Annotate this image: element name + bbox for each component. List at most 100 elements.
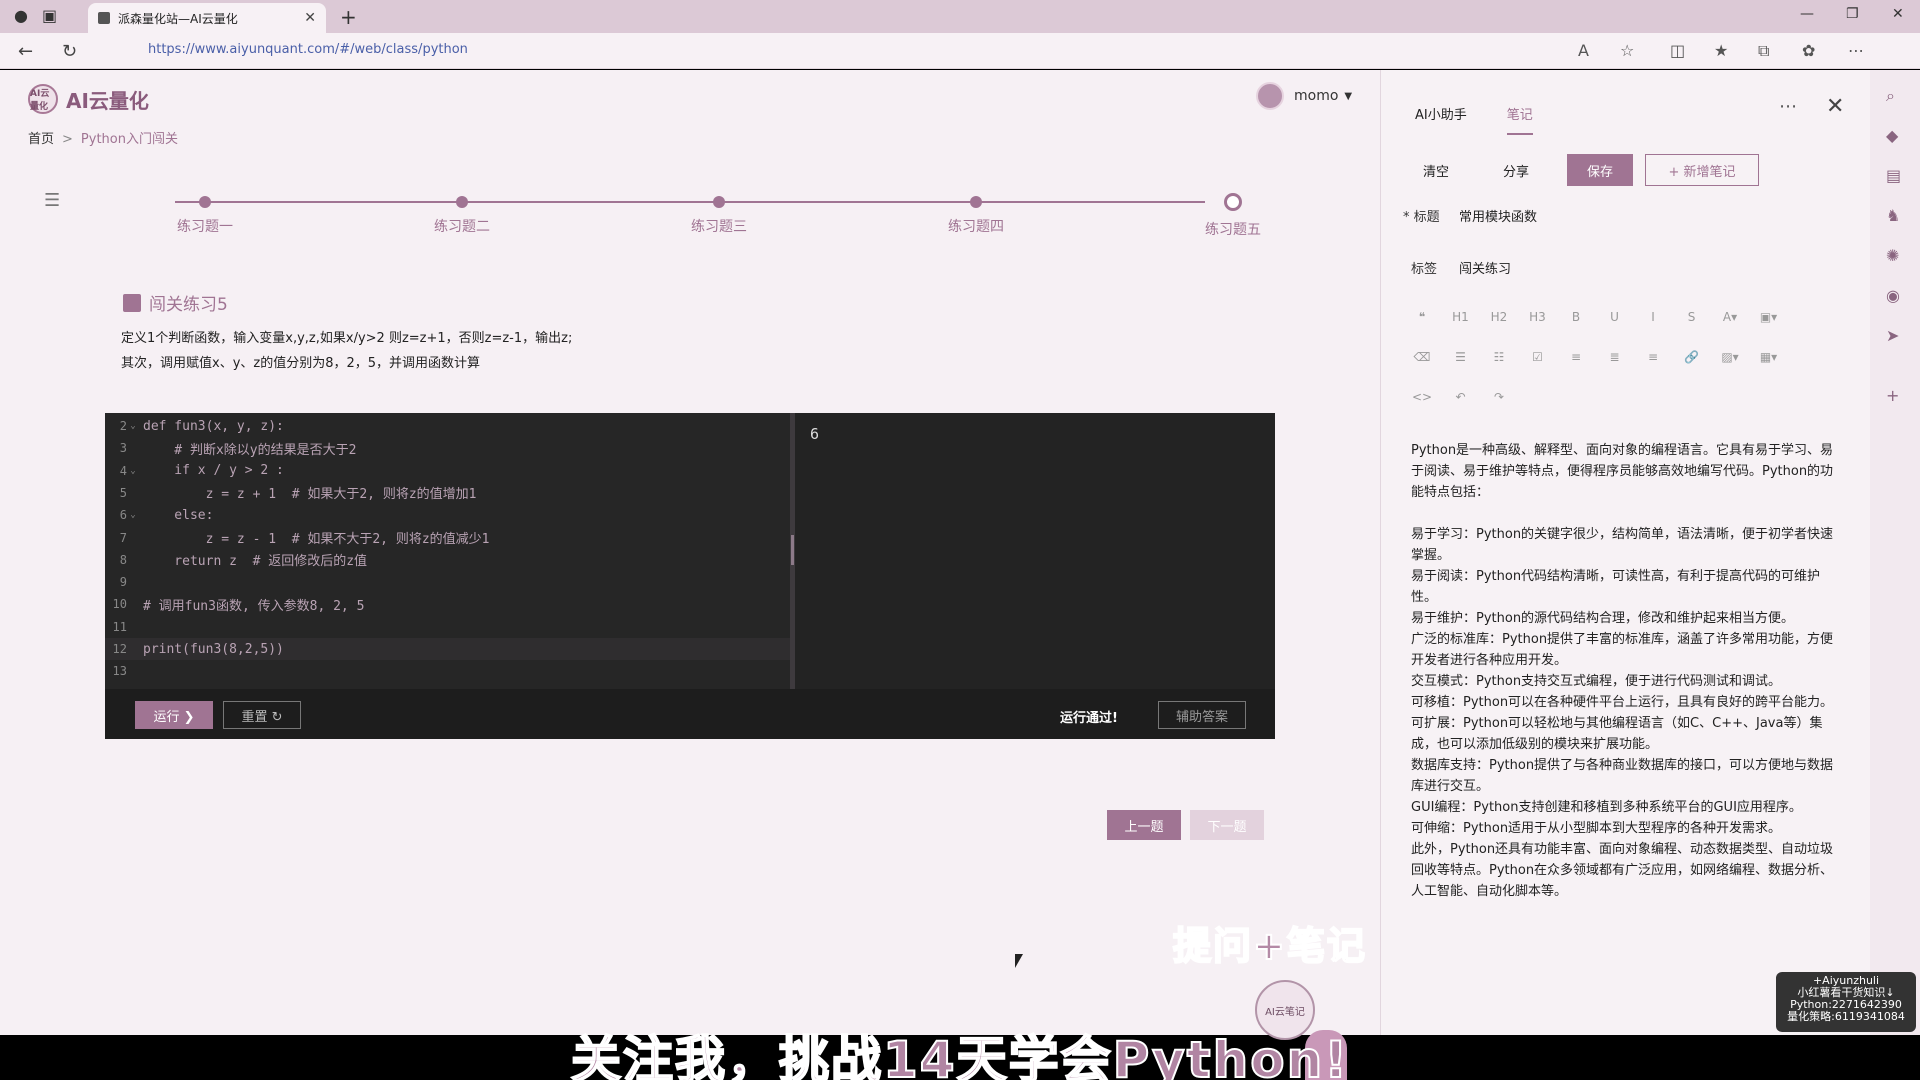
code-line[interactable]: 10 # 调用fun3函数, 传入参数8, 2, 5 [105, 593, 790, 615]
close-window-icon[interactable]: ✕ [1892, 6, 1904, 22]
send-icon[interactable]: ➤ [1886, 326, 1899, 345]
add-icon[interactable]: + [1886, 386, 1899, 405]
format-tool-icon[interactable]: H3 [1527, 310, 1549, 324]
browser-tabbar: ● ▣ 派森量化站—AI云量化 ✕ + — ❐ ✕ [0, 0, 1920, 33]
save-button[interactable]: 保存 [1567, 154, 1633, 186]
favorite-icon[interactable]: ☆ [1620, 41, 1634, 60]
format-tool-icon[interactable]: ≣ [1604, 350, 1626, 364]
step-5[interactable]: 练习题五 [1173, 190, 1293, 239]
line-number: 4 [119, 463, 127, 478]
divider-grip[interactable] [791, 535, 794, 565]
split-screen-icon[interactable]: ◫ [1670, 41, 1685, 60]
fold-icon[interactable]: ⌄ [127, 421, 139, 431]
new-note-button[interactable]: + 新增笔记 [1645, 154, 1759, 186]
reset-button[interactable]: 重置 ↻ [223, 701, 301, 729]
code-line[interactable]: 2 ⌄ def fun3(x, y, z): [105, 415, 790, 437]
run-button[interactable]: 运行 ❯ [135, 701, 213, 729]
format-tool-icon[interactable]: ▣▾ [1758, 310, 1780, 324]
format-tool-icon[interactable]: ≡ [1642, 350, 1664, 364]
extensions-icon[interactable]: ✿ [1802, 41, 1815, 60]
code-line[interactable]: 11 [105, 616, 790, 638]
step-4[interactable]: 练习题四 [916, 190, 1036, 236]
step-2[interactable]: 练习题二 [402, 190, 522, 236]
promo-text: 提问+笔记 [1172, 923, 1367, 969]
question-description: 定义1个判断函数，输入变量x,y,z,如果x/y>2 则z=z+1，否则z=z-… [121, 326, 572, 376]
share-button[interactable]: 分享 [1491, 154, 1541, 186]
code-line[interactable]: 8 return z # 返回修改后的z值 [105, 549, 790, 571]
fold-icon[interactable]: ⌄ [127, 510, 139, 520]
pane-divider[interactable] [790, 413, 795, 689]
url-field[interactable]: https://www.aiyunquant.com/#/web/class/p… [148, 42, 468, 57]
format-tool-icon[interactable]: ↷ [1488, 390, 1510, 404]
tag-input[interactable]: 闯关练习 [1459, 262, 1511, 277]
code-line[interactable]: 3 # 判断x除以y的结果是否大于2 [105, 437, 790, 459]
format-tool-icon[interactable]: H2 [1488, 310, 1510, 324]
code-line[interactable]: 12 print(fun3(8,2,5)) [105, 638, 790, 660]
line-number: 8 [119, 552, 127, 567]
menu-icon[interactable]: ☰ [44, 190, 60, 211]
format-tool-icon[interactable]: ▦▾ [1758, 350, 1780, 364]
format-tool-icon[interactable]: ↶ [1450, 390, 1472, 404]
new-tab-icon[interactable]: + [340, 5, 357, 29]
format-tool-icon[interactable]: <> [1411, 390, 1433, 404]
site-logo[interactable]: AI云量化 AI云量化 [28, 84, 149, 114]
collections-icon[interactable]: ⧉ [1758, 41, 1769, 61]
format-tool-icon[interactable]: U [1604, 310, 1626, 324]
code-line[interactable]: 4 ⌄ if x / y > 2 : [105, 460, 790, 482]
prev-question-button[interactable]: 上一题 [1107, 810, 1181, 840]
tag-icon[interactable]: ◆ [1886, 126, 1898, 145]
more-icon[interactable]: ⋯ [1848, 41, 1864, 60]
format-tool-icon[interactable]: ❝ [1411, 310, 1433, 324]
tab-notes[interactable]: 笔记 [1506, 104, 1533, 135]
tab-ai-assistant[interactable]: AI小助手 [1415, 104, 1467, 135]
line-number: 10 [112, 597, 127, 612]
format-tool-icon[interactable]: ☰ [1450, 350, 1472, 364]
close-tab-icon[interactable]: ✕ [304, 10, 316, 26]
step-1[interactable]: 练习题一 [145, 190, 265, 236]
search-icon[interactable]: ⌕ [1886, 86, 1895, 106]
code-line[interactable]: 7 z = z - 1 # 如果不大于2, 则将z的值减少1 [105, 527, 790, 549]
code-line[interactable]: 9 [105, 571, 790, 593]
settings-icon[interactable]: ✺ [1886, 246, 1899, 265]
format-tool-icon[interactable]: ≡ [1565, 350, 1587, 364]
note-paragraph: 可移植：Python可以在各种硬件平台上运行，且具有良好的跨平台能力。 [1411, 695, 1834, 710]
clear-button[interactable]: 清空 [1411, 154, 1461, 186]
format-tool-icon[interactable]: B [1565, 310, 1587, 324]
toolbox-icon[interactable]: ▤ [1886, 166, 1901, 185]
minimize-icon[interactable]: — [1800, 6, 1814, 22]
next-question-button[interactable]: 下一题 [1190, 810, 1264, 840]
close-panel-icon[interactable]: ✕ [1826, 94, 1844, 119]
format-tool-icon[interactable]: H1 [1450, 310, 1472, 324]
code-area[interactable]: 2 ⌄ def fun3(x, y, z): 3 # 判断x除以y的结果是否大于2 4 ⌄… [105, 413, 790, 689]
user-menu[interactable]: momo ▼ [1256, 82, 1352, 110]
format-tool-icon[interactable]: 🔗 [1681, 350, 1703, 364]
format-tool-icon[interactable]: ▨▾ [1719, 350, 1741, 364]
favorites-icon[interactable]: ★ [1714, 41, 1728, 60]
read-aloud-icon[interactable]: A [1578, 41, 1589, 60]
profile-icon[interactable]: ● [14, 6, 28, 25]
note-content[interactable]: Python是一种高级、解释型、面向对象的编程语言。它具有易于学习、易于阅读、易… [1411, 440, 1841, 902]
question-desc-line-2: 其次，调用赋值x、y、z的值分别为8，2，5，并调用函数计算 [121, 356, 481, 371]
step-3[interactable]: 练习题三 [659, 190, 779, 236]
more-options-icon[interactable]: ⋯ [1779, 96, 1797, 117]
browser-tab[interactable]: 派森量化站—AI云量化 ✕ [88, 3, 326, 33]
help-answer-button[interactable]: 辅助答案 [1158, 701, 1246, 729]
format-tool-icon[interactable]: ⌫ [1411, 350, 1433, 364]
format-tool-icon[interactable]: ☷ [1488, 350, 1510, 364]
format-tool-icon[interactable]: A▾ [1719, 310, 1741, 324]
restore-icon[interactable]: ❐ [1846, 6, 1859, 22]
format-tool-icon[interactable]: I [1642, 310, 1664, 324]
code-line[interactable]: 13 [105, 660, 790, 682]
games-icon[interactable]: ♞ [1886, 206, 1900, 225]
breadcrumb-home[interactable]: 首页 [28, 132, 54, 147]
code-line[interactable]: 5 z = z + 1 # 如果大于2, 则将z的值增加1 [105, 482, 790, 504]
format-tool-icon[interactable]: ☑ [1527, 350, 1549, 364]
fold-icon[interactable]: ⌄ [127, 466, 139, 476]
tab-actions-icon[interactable]: ▣ [42, 6, 57, 25]
back-icon[interactable]: ← [18, 41, 33, 62]
title-input[interactable]: 常用模块函数 [1459, 210, 1537, 225]
outlook-icon[interactable]: ◉ [1886, 286, 1900, 305]
format-tool-icon[interactable]: S [1681, 310, 1703, 324]
refresh-icon[interactable]: ↻ [62, 41, 77, 62]
code-line[interactable]: 6 ⌄ else: [105, 504, 790, 526]
